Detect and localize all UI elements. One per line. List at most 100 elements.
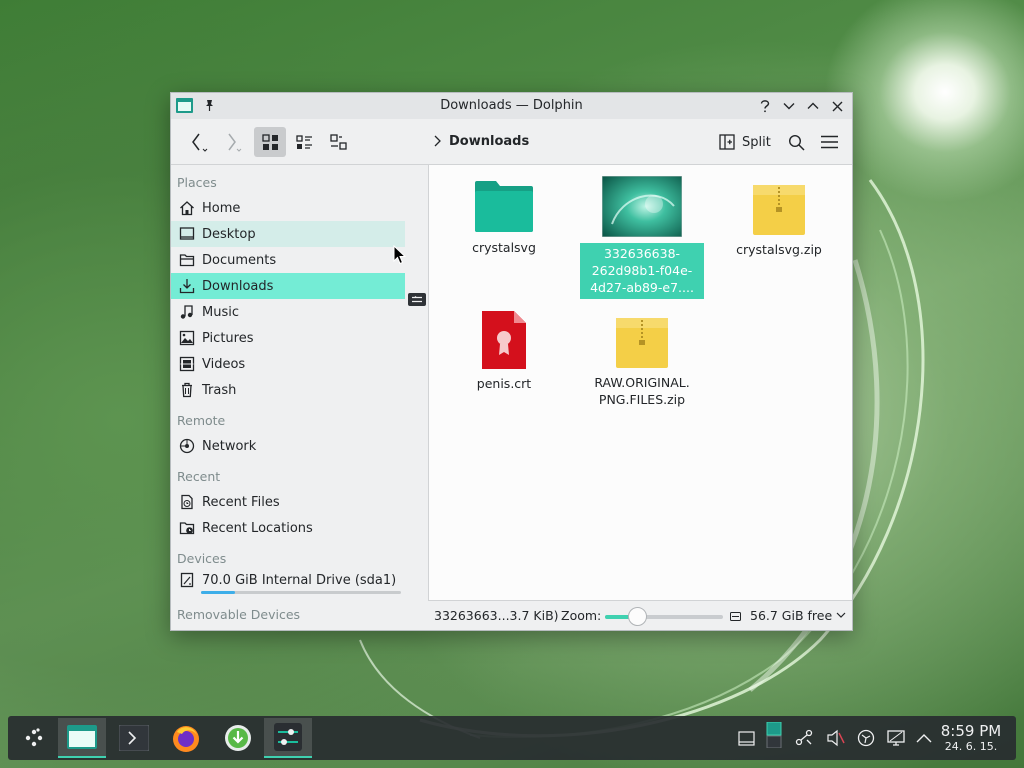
sidebar-item-label: Documents: [202, 252, 277, 268]
split-button[interactable]: Split: [719, 130, 771, 154]
chevron-down-icon: [836, 612, 846, 618]
connect-icon: [795, 729, 813, 746]
help-icon: [760, 100, 770, 113]
recent-locations-icon: [178, 520, 195, 537]
back-button[interactable]: [183, 128, 213, 156]
taskbar-downloader[interactable]: [214, 718, 262, 758]
sidebar-item-music[interactable]: Music: [171, 299, 405, 325]
sidebar-item-network[interactable]: Network: [171, 433, 405, 459]
tray-volume[interactable]: [826, 728, 846, 748]
clock-date: 24. 6. 15.: [944, 740, 998, 753]
devices-section-header: Devices: [177, 551, 227, 566]
pager-button[interactable]: [764, 722, 784, 748]
digital-clock[interactable]: 8:59 PM 24. 6. 15.: [936, 723, 1006, 754]
breadcrumb-downloads[interactable]: Downloads: [449, 134, 529, 149]
taskbar: 8:59 PM 24. 6. 15.: [8, 716, 1016, 760]
file-label-line: 262d98b1-f04e-: [591, 263, 693, 278]
sidebar-item-pictures[interactable]: Pictures: [171, 325, 405, 351]
mouse-cursor-icon: [393, 245, 406, 265]
free-space-button[interactable]: 56.7 GiB free: [750, 608, 846, 623]
status-file-info: 33263663...3.7 KiB): [434, 608, 559, 623]
details-view-button[interactable]: [322, 127, 354, 157]
sidebar-item-downloads[interactable]: Downloads: [171, 273, 405, 299]
icons-view-icon: [261, 133, 278, 150]
sidebar-item-label: Videos: [202, 356, 246, 372]
recent-section-header: Recent: [177, 469, 221, 484]
pictures-icon: [178, 330, 195, 347]
file-label-line: RAW.ORIGINAL.: [594, 375, 690, 390]
sidebar-item-recent-files[interactable]: Recent Files: [171, 489, 405, 515]
forward-button[interactable]: [217, 128, 247, 156]
taskbar-dolphin[interactable]: [58, 718, 106, 758]
sidebar-item-recent-locations[interactable]: Recent Locations: [171, 515, 405, 541]
app-launcher-button[interactable]: [10, 718, 58, 758]
folder-icon: [475, 181, 533, 232]
drive-space-icon: [730, 612, 741, 621]
file-label: 332636638- 262d98b1-f04e- 4d27-ab89-e7..…: [580, 243, 704, 299]
file-item-raw-original-zip[interactable]: RAW.ORIGINAL. PNG.FILES.zip: [580, 318, 704, 408]
zoom-label: Zoom:: [561, 608, 602, 623]
toolbar: Downloads Split: [171, 119, 852, 165]
panel-splitter[interactable]: [407, 165, 428, 630]
sidebar-item-home[interactable]: Home: [171, 195, 405, 221]
sidebar-item-documents[interactable]: Documents: [171, 247, 405, 273]
sidebar-item-label: Pictures: [202, 330, 254, 346]
file-view[interactable]: crystalsvg 332636638- 262d98b1-f04e- 4d2…: [428, 165, 852, 630]
download-manager-icon: [225, 725, 251, 751]
tray-network[interactable]: [856, 728, 876, 748]
drive-usage-fill: [201, 591, 235, 594]
sidebar-item-label: Recent Locations: [202, 520, 313, 536]
sidebar-item-label: Home: [202, 200, 241, 216]
remote-section-header: Remote: [177, 413, 226, 428]
tray-display[interactable]: [886, 728, 906, 748]
dolphin-window: Downloads — Dolphin Downloads Split Plac…: [170, 92, 853, 631]
search-button[interactable]: [783, 129, 809, 155]
sidebar-item-desktop[interactable]: Desktop: [171, 221, 405, 247]
image-thumbnail-icon: [602, 176, 682, 237]
trash-icon: [178, 382, 195, 399]
maximize-button[interactable]: [805, 98, 821, 114]
zoom-slider-handle[interactable]: [628, 607, 647, 626]
sidebar-item-internal-drive[interactable]: 70.0 GiB Internal Drive (sda1): [171, 569, 405, 591]
show-desktop-button[interactable]: [736, 728, 756, 748]
tray-expand-button[interactable]: [914, 728, 934, 748]
file-item-penis-crt[interactable]: penis.crt: [442, 311, 566, 392]
file-label-line: 4d27-ab89-e7....: [590, 280, 694, 295]
taskbar-konsole[interactable]: [110, 718, 158, 758]
display-icon: [887, 730, 905, 746]
close-button[interactable]: [829, 98, 845, 114]
taskbar-firefox[interactable]: [162, 718, 210, 758]
sidebar-item-videos[interactable]: Videos: [171, 351, 405, 377]
file-item-crystalsvg-zip[interactable]: crystalsvg.zip: [717, 185, 841, 258]
home-icon: [178, 200, 195, 217]
places-panel: Places Home Desktop Documents Downloads …: [171, 165, 407, 630]
sidebar-item-label: 70.0 GiB Internal Drive (sda1): [202, 572, 397, 588]
removable-devices-section-header: Removable Devices: [177, 607, 301, 622]
compact-view-button[interactable]: [288, 127, 320, 157]
file-item-image-selected[interactable]: 332636638- 262d98b1-f04e- 4d27-ab89-e7..…: [580, 176, 704, 299]
network-globe-icon: [857, 729, 875, 747]
videos-icon: [178, 356, 195, 373]
sidebar-item-label: Network: [202, 438, 257, 454]
chevron-down-icon: [783, 103, 795, 110]
hamburger-menu-button[interactable]: [816, 129, 842, 155]
icons-view-button[interactable]: [254, 127, 286, 157]
titlebar[interactable]: Downloads — Dolphin: [171, 93, 852, 119]
tray-kdeconnect[interactable]: [794, 728, 814, 748]
file-item-crystalsvg-folder[interactable]: crystalsvg: [442, 179, 566, 256]
sidebar-item-trash[interactable]: Trash: [171, 377, 405, 403]
dolphin-app-icon: [67, 725, 97, 749]
zoom-slider[interactable]: [605, 615, 723, 619]
virtual-desktop-pager-icon: [766, 722, 782, 748]
network-icon: [178, 438, 195, 455]
sidebar-item-label: Trash: [202, 382, 237, 398]
minimize-button[interactable]: [781, 98, 797, 114]
zip-archive-icon: [616, 318, 668, 368]
sidebar-item-label: Desktop: [202, 226, 256, 242]
window-title: Downloads — Dolphin: [440, 98, 583, 113]
places-section-header: Places: [177, 175, 217, 190]
help-button[interactable]: [757, 98, 773, 114]
splitter-handle[interactable]: [408, 293, 426, 306]
arrow-left-icon: [192, 133, 208, 152]
taskbar-system-settings[interactable]: [264, 718, 312, 758]
